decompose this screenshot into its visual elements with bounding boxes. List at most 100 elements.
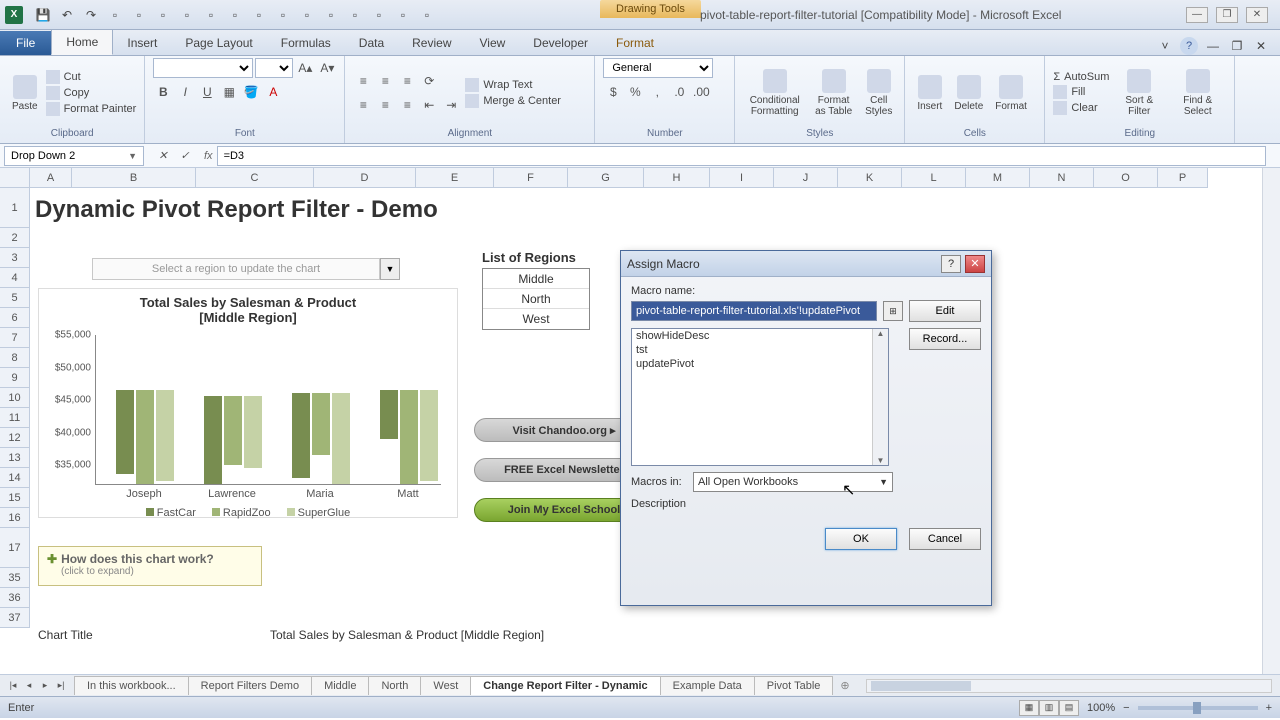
minimize-ribbon-icon[interactable]: ˅ — [1156, 37, 1174, 55]
workbook-restore-icon[interactable]: ❐ — [1228, 37, 1246, 55]
row-header[interactable]: 11 — [0, 408, 30, 428]
tab-data[interactable]: Data — [345, 31, 398, 55]
bold-icon[interactable]: B — [153, 82, 173, 102]
row-header[interactable]: 35 — [0, 568, 30, 588]
col-header[interactable]: O — [1094, 168, 1158, 188]
sheet-nav-prev-icon[interactable]: ◂ — [22, 679, 36, 693]
indent-dec-icon[interactable]: ⇤ — [419, 95, 439, 115]
region-dropdown[interactable]: Select a region to update the chart — [92, 258, 380, 280]
fx-icon[interactable]: fx — [204, 150, 213, 162]
row-header[interactable]: 16 — [0, 508, 30, 528]
col-header[interactable]: I — [710, 168, 774, 188]
ref-edit-icon[interactable]: ⊞ — [883, 301, 903, 321]
page-layout-view-icon[interactable]: ▥ — [1039, 700, 1059, 716]
align-right-icon[interactable]: ≡ — [397, 95, 417, 115]
align-bottom-icon[interactable]: ≡ — [397, 71, 417, 91]
dropdown-icon[interactable]: ▼ — [128, 151, 137, 161]
font-size-select[interactable] — [255, 58, 293, 78]
col-header[interactable]: C — [196, 168, 314, 188]
sheet-tab[interactable]: North — [368, 676, 421, 695]
grow-font-icon[interactable]: A▴ — [295, 58, 315, 78]
tab-home[interactable]: Home — [51, 29, 113, 55]
cut-button[interactable]: Cut — [46, 70, 137, 84]
col-header[interactable]: N — [1030, 168, 1094, 188]
qat-icon[interactable]: ▫ — [202, 6, 220, 24]
qat-icon[interactable]: ▫ — [250, 6, 268, 24]
chart[interactable]: Total Sales by Salesman & Product [Middl… — [38, 288, 458, 518]
indent-inc-icon[interactable]: ⇥ — [441, 95, 461, 115]
close-button[interactable]: ✕ — [1246, 7, 1268, 23]
row-header[interactable]: 37 — [0, 608, 30, 628]
zoom-level[interactable]: 100% — [1087, 702, 1115, 714]
percent-icon[interactable]: % — [625, 82, 645, 102]
col-header[interactable]: K — [838, 168, 902, 188]
dec-decimal-icon[interactable]: .00 — [691, 82, 711, 102]
qat-icon[interactable]: ▫ — [370, 6, 388, 24]
sheet-tab-active[interactable]: Change Report Filter - Dynamic — [470, 676, 660, 695]
col-header[interactable]: J — [774, 168, 838, 188]
border-icon[interactable]: ▦ — [219, 82, 239, 102]
dropdown-arrow-icon[interactable]: ▼ — [380, 258, 400, 280]
col-header[interactable]: B — [72, 168, 196, 188]
col-header[interactable]: E — [416, 168, 494, 188]
zoom-in-icon[interactable]: + — [1266, 702, 1272, 714]
qat-icon[interactable]: ▫ — [226, 6, 244, 24]
inc-decimal-icon[interactable]: .0 — [669, 82, 689, 102]
row-header[interactable]: 15 — [0, 488, 30, 508]
tab-formulas[interactable]: Formulas — [267, 31, 345, 55]
merge-center-button[interactable]: Merge & Center — [465, 94, 561, 108]
cancel-formula-icon[interactable]: ✕ — [154, 147, 172, 165]
sheet-tab[interactable]: Example Data — [660, 676, 755, 695]
new-sheet-icon[interactable]: ⊕ — [832, 676, 857, 695]
list-item[interactable]: West — [483, 309, 589, 329]
macros-in-select[interactable]: All Open Workbooks▼ — [693, 472, 893, 492]
sheet-tab[interactable]: In this workbook... — [74, 676, 189, 695]
zoom-slider[interactable] — [1138, 706, 1258, 710]
row-header[interactable]: 4 — [0, 268, 30, 288]
row-header[interactable]: 5 — [0, 288, 30, 308]
macro-list-item[interactable]: updatePivot — [632, 357, 888, 371]
fill-button[interactable]: Fill — [1053, 85, 1109, 99]
col-header[interactable]: G — [568, 168, 644, 188]
sheet-nav-first-icon[interactable]: |◂ — [6, 679, 20, 693]
macro-name-input[interactable] — [631, 301, 877, 321]
sheet-tab[interactable]: Middle — [311, 676, 369, 695]
delete-cells-button[interactable]: Delete — [950, 73, 987, 114]
tab-review[interactable]: Review — [398, 31, 465, 55]
number-format-select[interactable]: General — [603, 58, 713, 78]
sort-filter-button[interactable]: Sort & Filter — [1113, 67, 1165, 119]
name-box[interactable]: Drop Down 2▼ — [4, 146, 144, 166]
enter-formula-icon[interactable]: ✓ — [176, 147, 194, 165]
font-family-select[interactable] — [153, 58, 253, 78]
sheet-nav-last-icon[interactable]: ▸| — [54, 679, 68, 693]
align-left-icon[interactable]: ≡ — [353, 95, 373, 115]
row-header[interactable]: 1 — [0, 188, 30, 228]
format-as-table-button[interactable]: Format as Table — [810, 67, 857, 119]
dialog-titlebar[interactable]: Assign Macro ? ✕ — [621, 251, 991, 277]
align-middle-icon[interactable]: ≡ — [375, 71, 395, 91]
qat-icon[interactable]: ▫ — [274, 6, 292, 24]
conditional-formatting-button[interactable]: Conditional Formatting — [743, 67, 806, 119]
row-header[interactable]: 14 — [0, 468, 30, 488]
row-header[interactable]: 7 — [0, 328, 30, 348]
row-header[interactable]: 2 — [0, 228, 30, 248]
formula-input[interactable] — [217, 146, 1266, 166]
sheet-tab[interactable]: West — [420, 676, 471, 695]
row-header[interactable]: 36 — [0, 588, 30, 608]
edit-button[interactable]: Edit — [909, 300, 981, 322]
dialog-close-button[interactable]: ✕ — [965, 255, 985, 273]
macro-list[interactable]: showHideDesc tst updatePivot ▲▼ — [631, 328, 889, 466]
vertical-scrollbar[interactable] — [1262, 168, 1280, 674]
find-select-button[interactable]: Find & Select — [1169, 67, 1226, 119]
list-item[interactable]: Middle — [483, 269, 589, 289]
qat-icon[interactable]: ▫ — [394, 6, 412, 24]
row-header[interactable]: 10 — [0, 388, 30, 408]
currency-icon[interactable]: $ — [603, 82, 623, 102]
sheet-nav-next-icon[interactable]: ▸ — [38, 679, 52, 693]
col-header[interactable]: A — [30, 168, 72, 188]
horizontal-scrollbar[interactable] — [866, 679, 1272, 693]
qat-icon[interactable]: ▫ — [154, 6, 172, 24]
row-header[interactable]: 3 — [0, 248, 30, 268]
normal-view-icon[interactable]: ▦ — [1019, 700, 1039, 716]
minimize-button[interactable]: — — [1186, 7, 1208, 23]
